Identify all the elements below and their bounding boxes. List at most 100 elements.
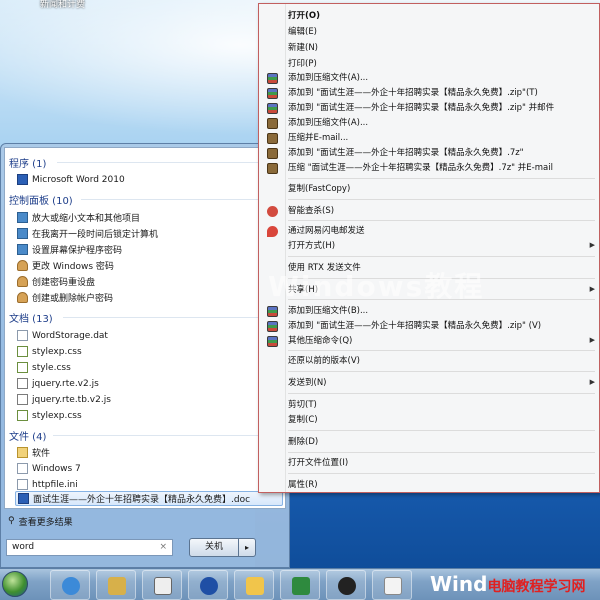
see-more-results-link[interactable]: ⚲ 查看更多结果 <box>4 512 286 530</box>
section-heading-programs[interactable]: 程序 (1) <box>9 155 46 170</box>
start-button[interactable] <box>2 571 28 597</box>
result-item[interactable]: 更改 Windows 密码 <box>17 258 114 273</box>
submenu-arrow-icon: ▶ <box>589 378 595 386</box>
taskbar-explorer-button[interactable] <box>234 570 274 600</box>
7zip-icon <box>267 148 278 159</box>
taskbar-ie-button[interactable] <box>50 570 90 600</box>
menu-item-add-to-archive[interactable]: 添加到压缩文件(A)... <box>288 71 368 85</box>
menu-item-send-via-flashmail[interactable]: 通过网易闪电邮发送 <box>288 224 365 238</box>
ie-icon <box>62 577 80 595</box>
menu-item-fastcopy[interactable]: 复制(FastCopy) <box>288 182 350 196</box>
menu-item-open-file-location[interactable]: 打开文件位置(I) <box>288 456 348 470</box>
user-accounts-icon <box>17 276 28 287</box>
submenu-arrow-icon: ▶ <box>589 241 595 249</box>
menu-item-smart-scan[interactable]: 智能查杀(S) <box>288 204 334 218</box>
menu-item-open[interactable]: 打开(O) <box>288 9 320 23</box>
taskbar-mail-button[interactable] <box>372 570 412 600</box>
result-item[interactable]: httpfile.ini <box>17 477 78 492</box>
menu-item-compress-7z-email[interactable]: 压缩 "面试生涯——外企十年招聘实录【精品永久免费】.7z" 并E-mail <box>288 161 553 175</box>
js-file-icon <box>17 394 28 405</box>
user-accounts-icon <box>17 292 28 303</box>
menu-item-copy[interactable]: 复制(C) <box>288 413 318 427</box>
taskbar-media-player-button[interactable] <box>188 570 228 600</box>
file-icon <box>17 463 28 474</box>
desktop-icon-label[interactable]: 新闻和计费 <box>40 0 85 10</box>
file-icon <box>17 330 28 341</box>
result-item[interactable]: 创建或删除帐户密码 <box>17 290 113 305</box>
menu-item-cut[interactable]: 剪切(T) <box>288 398 317 412</box>
watermark: Windows教程 <box>268 270 485 303</box>
css-file-icon <box>17 362 28 373</box>
menu-item-edit[interactable]: 编辑(E) <box>288 25 317 39</box>
taskbar-pen-tool-button[interactable] <box>142 570 182 600</box>
menu-separator <box>288 371 595 372</box>
ini-file-icon <box>17 479 28 490</box>
result-item[interactable]: 设置屏幕保护程序密码 <box>17 242 122 257</box>
section-divider <box>57 162 281 163</box>
search-icon: ⚲ <box>8 516 15 526</box>
taskbar-excel-button[interactable] <box>280 570 320 600</box>
winrar-icon <box>267 336 278 347</box>
taskbar-photoshop-button[interactable] <box>96 570 136 600</box>
menu-separator <box>288 473 595 474</box>
taskbar-qq-button[interactable] <box>326 570 366 600</box>
clear-search-icon[interactable]: × <box>159 540 167 555</box>
result-item[interactable]: 在我离开一段时间后锁定计算机 <box>17 226 158 241</box>
menu-item-print[interactable]: 打印(P) <box>288 57 317 71</box>
virus-scan-icon <box>267 206 278 217</box>
menu-item-compress-email[interactable]: 压缩并E-mail... <box>288 131 348 145</box>
section-heading-documents[interactable]: 文档 (13) <box>9 310 53 325</box>
menu-item-open-with[interactable]: 打开方式(H) <box>288 239 335 253</box>
start-search-input[interactable]: word × <box>6 539 173 556</box>
section-heading-control-panel[interactable]: 控制面板 (10) <box>9 192 73 207</box>
menu-separator <box>288 350 595 351</box>
result-item-selected[interactable]: 面试生涯——外企十年招聘实录【精品永久免费】.doc <box>15 491 283 506</box>
js-file-icon <box>17 378 28 389</box>
result-item[interactable]: Windows 7 <box>17 461 81 476</box>
menu-item-add-to-zip-v[interactable]: 添加到 "面试生涯——外企十年招聘实录【精品永久免费】.zip" (V) <box>288 319 541 333</box>
display-settings-icon <box>17 212 28 223</box>
menu-item-add-to-zip-email[interactable]: 添加到 "面试生涯——外企十年招聘实录【精品永久免费】.zip" 并邮件 <box>288 101 554 115</box>
result-item[interactable]: jquery.rte.tb.v2.js <box>17 392 111 407</box>
result-item[interactable]: Microsoft Word 2010 <box>17 172 125 187</box>
pen-tool-icon <box>154 577 172 595</box>
result-item[interactable]: stylexp.css <box>17 344 82 359</box>
result-item[interactable]: stylexp.css <box>17 408 82 423</box>
winrar-icon <box>267 103 278 114</box>
search-results-panel: 程序 (1) Microsoft Word 2010 控制面板 (10) 放大或… <box>4 147 286 509</box>
menu-item-add-to-zip[interactable]: 添加到 "面试生涯——外企十年招聘实录【精品永久免费】.zip"(T) <box>288 86 538 100</box>
menu-item-properties[interactable]: 属性(R) <box>288 478 318 492</box>
menu-item-new[interactable]: 新建(N) <box>288 41 318 55</box>
mail-icon <box>384 577 402 595</box>
menu-separator <box>288 199 595 200</box>
menu-separator <box>288 256 595 257</box>
menu-item-add-to-archive-b[interactable]: 添加到压缩文件(B)... <box>288 304 368 318</box>
menu-item-delete[interactable]: 删除(D) <box>288 435 318 449</box>
section-divider <box>53 435 281 436</box>
menu-item-restore-versions[interactable]: 还原以前的版本(V) <box>288 354 360 368</box>
menu-item-other-compress[interactable]: 其他压缩命令(Q) <box>288 334 352 348</box>
menu-separator <box>288 452 595 453</box>
result-item[interactable]: 放大或缩小文本和其他项目 <box>17 210 140 225</box>
winrar-icon <box>267 321 278 332</box>
css-file-icon <box>17 410 28 421</box>
qq-icon <box>338 577 356 595</box>
menu-item-add-to-7z[interactable]: 添加到 "面试生涯——外企十年招聘实录【精品永久免费】.7z" <box>288 146 524 160</box>
word-icon <box>17 174 28 185</box>
7zip-icon <box>267 163 278 174</box>
result-item[interactable]: 软件 <box>17 445 50 460</box>
menu-separator <box>288 178 595 179</box>
submenu-arrow-icon: ▶ <box>589 285 595 293</box>
result-item[interactable]: style.css <box>17 360 71 375</box>
menu-item-add-to-archive-7z[interactable]: 添加到压缩文件(A)... <box>288 116 368 130</box>
section-heading-files[interactable]: 文件 (4) <box>9 428 46 443</box>
menu-separator <box>288 430 595 431</box>
result-item[interactable]: 创建密码重设盘 <box>17 274 95 289</box>
media-player-icon <box>200 577 218 595</box>
shutdown-options-arrow[interactable]: ▸ <box>239 538 256 557</box>
shutdown-button[interactable]: 关机 <box>189 538 239 557</box>
winrar-icon <box>267 73 278 84</box>
result-item[interactable]: jquery.rte.v2.js <box>17 376 99 391</box>
menu-item-send-to[interactable]: 发送到(N) <box>288 376 327 390</box>
result-item[interactable]: WordStorage.dat <box>17 328 108 343</box>
